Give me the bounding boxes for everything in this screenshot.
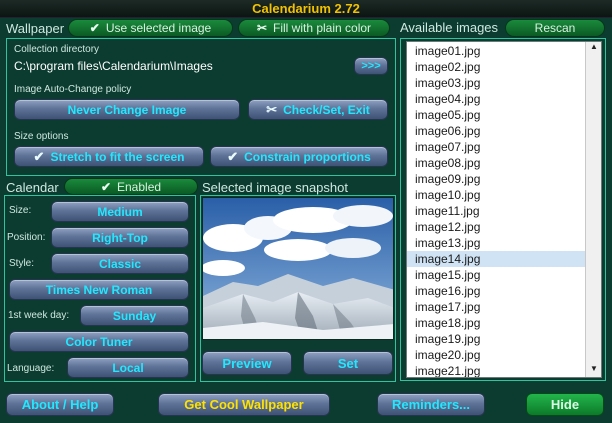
position-label: Position: — [7, 232, 46, 243]
use-selected-image-toggle[interactable]: ✔ Use selected image — [68, 19, 233, 37]
color-tuner-button[interactable]: Color Tuner — [9, 331, 189, 352]
image-list-item[interactable]: image02.jpg — [407, 59, 585, 75]
calendar-enabled-label: Enabled — [117, 179, 162, 194]
image-list-item[interactable]: image06.jpg — [407, 123, 585, 139]
first-week-day-dropdown[interactable]: Sunday — [80, 305, 189, 326]
image-list-item[interactable]: image18.jpg — [407, 315, 585, 331]
calendar-enabled-toggle[interactable]: ✔ Enabled — [64, 178, 198, 195]
image-list-item[interactable]: image08.jpg — [407, 155, 585, 171]
stretch-to-fit-label: Stretch to fit the screen — [50, 149, 185, 164]
rescan-button[interactable]: Rescan — [505, 19, 605, 37]
first-week-day-label: 1st week day: — [8, 310, 70, 321]
snapshot-label: Selected image snapshot — [202, 180, 348, 195]
stretch-to-fit-button[interactable]: ✔ Stretch to fit the screen — [14, 146, 204, 167]
calendar-label: Calendar — [6, 180, 59, 195]
list-scrollbar[interactable]: ▲ ▼ — [585, 42, 601, 377]
auto-change-label: Image Auto-Change policy — [14, 84, 132, 95]
image-list-item[interactable]: image04.jpg — [407, 91, 585, 107]
hide-button[interactable]: Hide — [526, 393, 604, 416]
image-list-item[interactable]: image16.jpg — [407, 283, 585, 299]
style-label: Style: — [9, 258, 35, 269]
scissors-icon: ✂ — [256, 21, 267, 35]
set-button[interactable]: Set — [303, 351, 393, 375]
preview-button[interactable]: Preview — [202, 351, 292, 375]
image-list-item[interactable]: image10.jpg — [407, 187, 585, 203]
language-label: Language: — [7, 363, 55, 374]
image-list-item[interactable]: image19.jpg — [407, 331, 585, 347]
image-list-item[interactable]: image01.jpg — [407, 43, 585, 59]
about-help-button[interactable]: About / Help — [6, 393, 114, 416]
image-list-item[interactable]: image21.jpg — [407, 363, 585, 377]
check-icon: ✔ — [33, 148, 45, 164]
get-cool-wallpaper-button[interactable]: Get Cool Wallpaper — [158, 393, 330, 416]
image-list-item[interactable]: image14.jpg — [407, 251, 585, 267]
window-title: Calendarium 2.72 — [0, 0, 612, 18]
check-set-exit-label: Check/Set, Exit — [283, 102, 370, 117]
use-selected-image-label: Use selected image — [105, 21, 212, 35]
position-dropdown[interactable]: Right-Top — [51, 227, 189, 248]
check-icon: ✔ — [100, 179, 111, 194]
scroll-down-icon[interactable]: ▼ — [586, 364, 601, 376]
available-images-label: Available images — [400, 20, 499, 35]
size-label: Size: — [9, 205, 32, 216]
check-set-exit-button[interactable]: ✂ Check/Set, Exit — [248, 99, 388, 120]
size-options-label: Size options — [14, 131, 69, 142]
snapshot-image — [202, 197, 394, 340]
image-list-item[interactable]: image17.jpg — [407, 299, 585, 315]
image-list: image01.jpg image02.jpg image03.jpg image04… — [407, 43, 585, 377]
check-icon: ✔ — [89, 21, 100, 35]
browse-directory-button[interactable]: >>> — [354, 57, 388, 75]
image-list-item[interactable]: image09.jpg — [407, 171, 585, 187]
image-listbox[interactable]: image01.jpg image02.jpg image03.jpg image04… — [406, 41, 602, 378]
image-list-item[interactable]: image05.jpg — [407, 107, 585, 123]
fill-plain-color-label: Fill with plain color — [273, 21, 372, 35]
language-dropdown[interactable]: Local — [67, 357, 189, 378]
image-list-item[interactable]: image13.jpg — [407, 235, 585, 251]
image-list-item[interactable]: image07.jpg — [407, 139, 585, 155]
size-dropdown[interactable]: Medium — [51, 201, 189, 222]
collection-dir-label: Collection directory — [14, 44, 100, 55]
scissors-icon: ✂ — [266, 101, 278, 117]
collection-dir-value: C:\program files\Calendarium\Images — [14, 59, 213, 73]
check-icon: ✔ — [227, 148, 239, 164]
constrain-proportions-button[interactable]: ✔ Constrain proportions — [210, 146, 388, 167]
constrain-proportions-label: Constrain proportions — [244, 149, 371, 164]
image-list-item[interactable]: image20.jpg — [407, 347, 585, 363]
image-list-item[interactable]: image03.jpg — [407, 75, 585, 91]
image-list-item[interactable]: image12.jpg — [407, 219, 585, 235]
reminders-button[interactable]: Reminders... — [377, 393, 485, 416]
wallpaper-label: Wallpaper — [6, 21, 65, 36]
font-button[interactable]: Times New Roman — [9, 279, 189, 300]
style-dropdown[interactable]: Classic — [51, 253, 189, 274]
scroll-up-icon[interactable]: ▲ — [586, 42, 601, 54]
image-list-item[interactable]: image11.jpg — [407, 203, 585, 219]
fill-plain-color-toggle[interactable]: ✂ Fill with plain color — [238, 19, 390, 37]
never-change-image-button[interactable]: Never Change Image — [14, 99, 240, 120]
image-list-item[interactable]: image15.jpg — [407, 267, 585, 283]
